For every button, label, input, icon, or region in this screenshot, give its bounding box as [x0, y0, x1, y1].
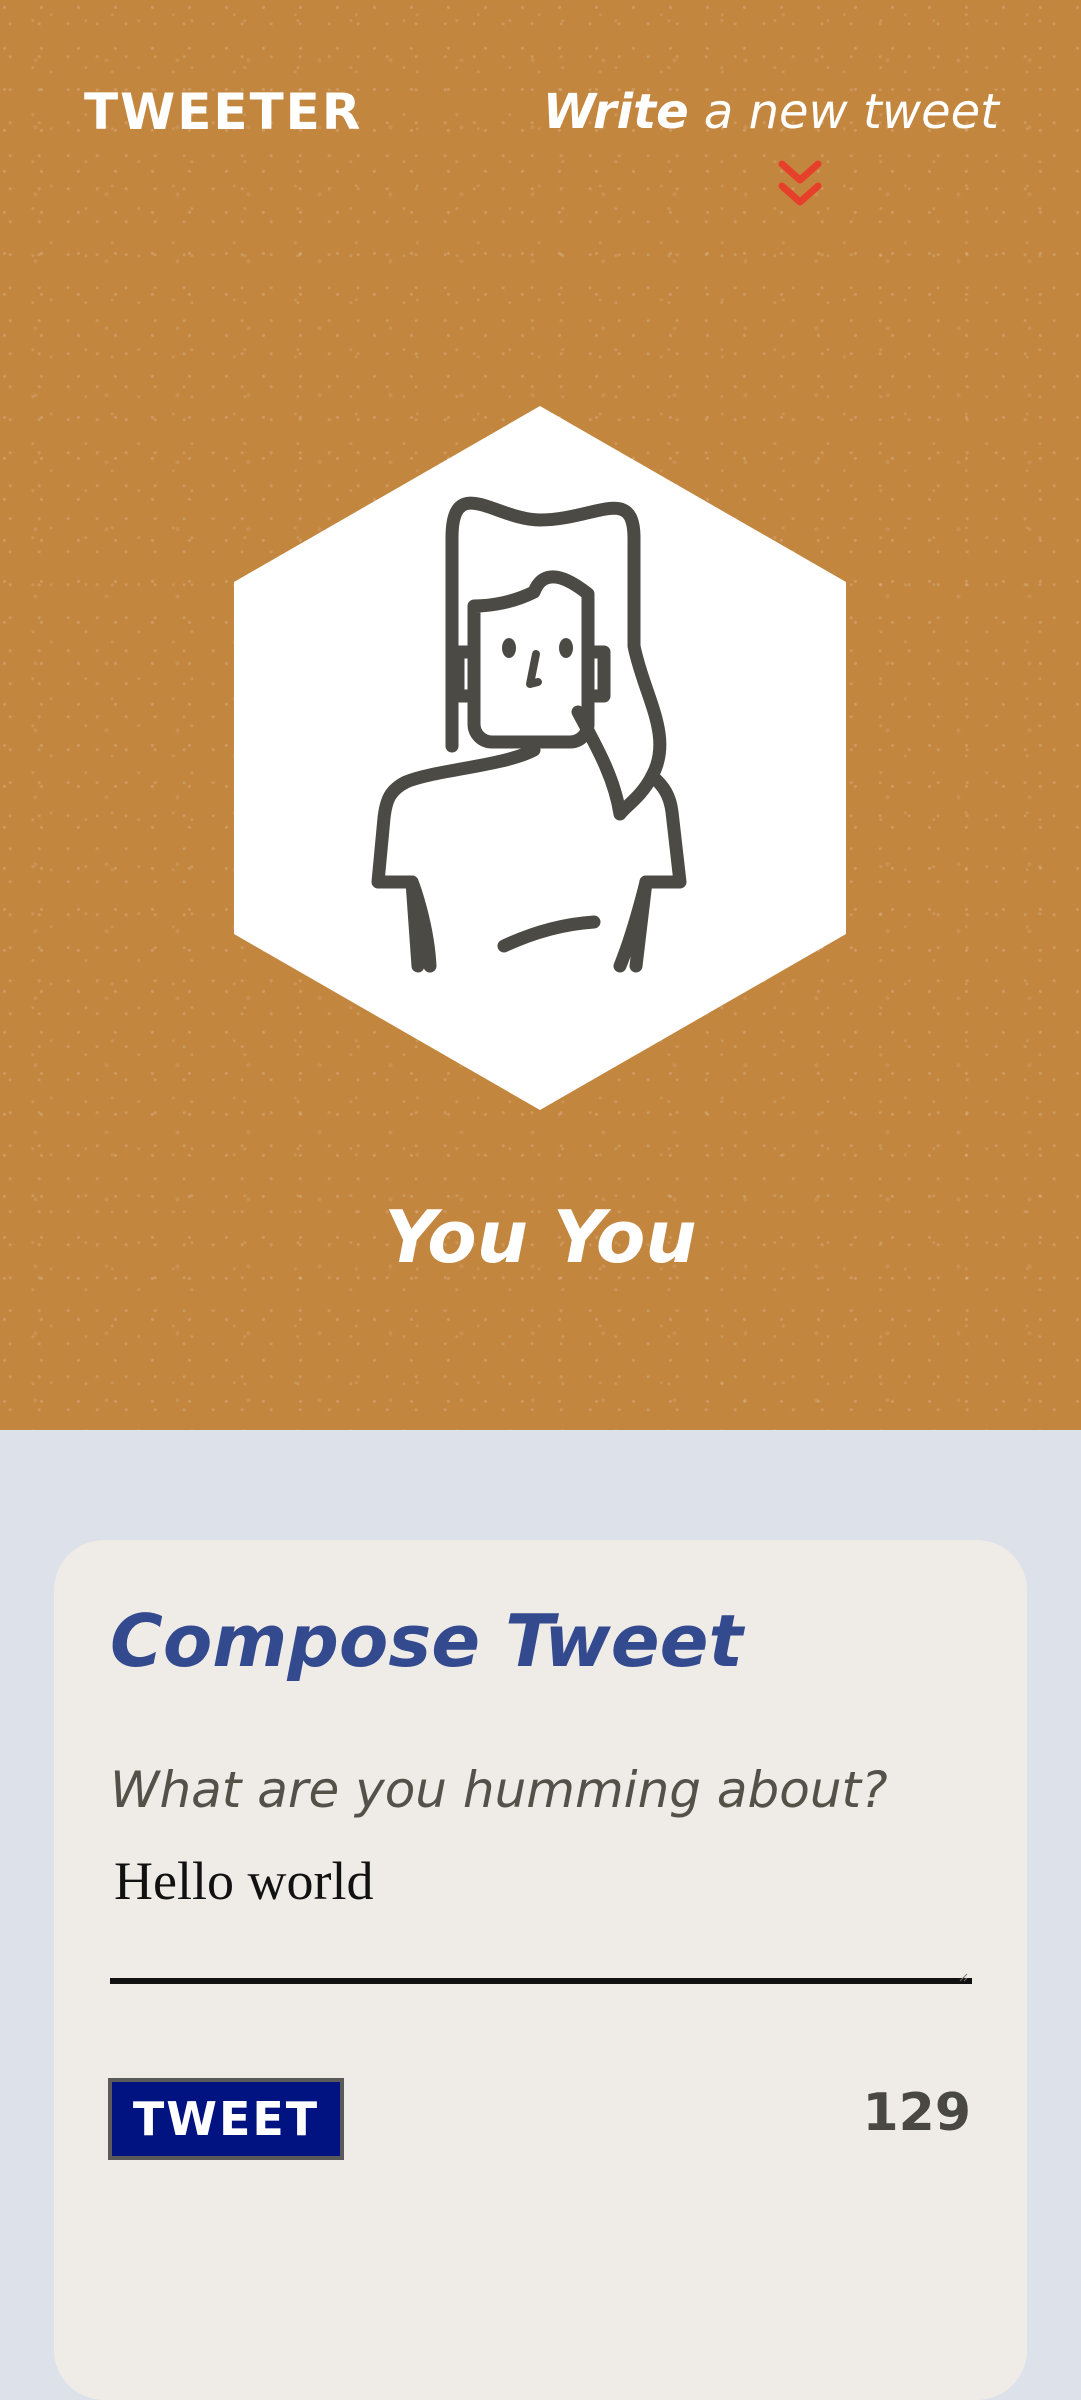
profile-username: You You	[384, 1195, 697, 1279]
character-counter: 129	[862, 2083, 971, 2143]
compose-title: Compose Tweet	[110, 1599, 743, 1683]
app-logo: TWEETER	[84, 83, 363, 141]
compose-tweet-card: Compose Tweet What are you humming about…	[54, 1540, 1027, 2400]
tweet-prompt-label: What are you humming about?	[110, 1761, 888, 1819]
tweet-text-input[interactable]: Hello world	[110, 1846, 972, 1984]
resize-grip-icon[interactable]	[958, 1972, 968, 1982]
write-link-strong: Write	[542, 84, 689, 140]
write-link-rest: a new tweet	[703, 84, 999, 140]
user-avatar-icon	[234, 406, 846, 1110]
profile-header: TWEETER Write a new tweet You You	[0, 0, 1081, 1430]
write-new-tweet-link[interactable]: Write a new tweet	[543, 82, 999, 142]
tweet-submit-button[interactable]: TWEET	[108, 2078, 344, 2160]
chevron-double-down-icon[interactable]	[778, 160, 822, 208]
